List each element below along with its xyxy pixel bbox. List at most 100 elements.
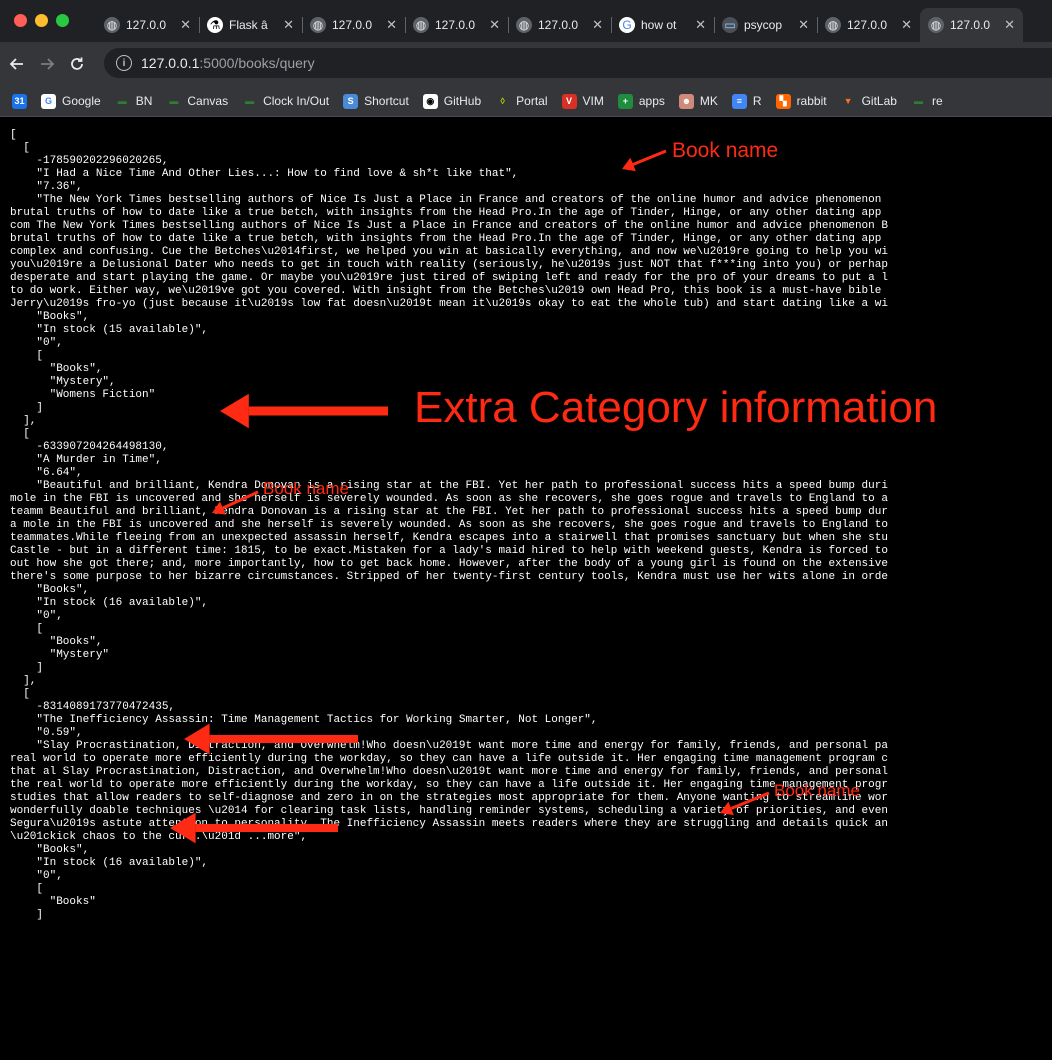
close-window-button[interactable] [14, 14, 27, 27]
globe-icon: ◍ [825, 17, 841, 33]
close-tab-icon[interactable]: ✕ [798, 17, 809, 33]
gitlab-icon: ▼ [843, 96, 853, 106]
window-controls [14, 14, 69, 27]
globe-icon: ◍ [516, 17, 532, 33]
bookmark-item[interactable]: ▬ BN [115, 94, 153, 109]
bookmark-item[interactable]: ▼ GitLab [841, 94, 897, 109]
bookmark-item[interactable]: ▬ re [911, 94, 943, 109]
url-host: 127.0.0.1 [141, 55, 200, 71]
bookmark-label: VIM [582, 94, 604, 108]
close-tab-icon[interactable]: ✕ [1004, 17, 1015, 33]
globe-icon: ◍ [928, 17, 944, 33]
forward-arrow-icon [41, 58, 55, 70]
tab-label: 127.0.0 [950, 18, 991, 32]
bookmark-item[interactable]: G Google [41, 93, 101, 109]
bookmark-item[interactable]: ◊ Portal [495, 94, 547, 109]
mk-icon: ☻ [678, 93, 694, 109]
close-tab-icon[interactable]: ✕ [901, 17, 912, 33]
bookmark-item[interactable]: S Shortcut [343, 93, 409, 109]
zoom-window-button[interactable] [56, 14, 69, 27]
browser-tab[interactable]: Ghow ot ✕ [611, 8, 714, 42]
bookmark-item[interactable]: ≡ R [731, 93, 762, 109]
bookmarks-bar: 31 G Google ▬ BN ▬ Canvas ▬ Clock In/Out S Shortcu… [0, 86, 1052, 116]
shortcut-icon: S [343, 93, 359, 109]
bookmark-label: Canvas [187, 94, 229, 108]
bookmark-label: GitLab [861, 94, 897, 108]
page-content: [ [ -178590202296020265, "I Had a Nice T… [0, 117, 1052, 1060]
browser-tab[interactable]: ⚗ Flask â ✕ [199, 8, 302, 42]
bookmark-label: BN [135, 94, 153, 108]
navigation-toolbar: i 127.0.0.1:5000/books/query [0, 42, 1052, 86]
docs-icon: ≡ [731, 93, 747, 109]
rabbit-icon: ▚ [775, 93, 791, 109]
forward-button[interactable] [34, 51, 60, 77]
browser-tab[interactable]: ◍ 127.0.0 ✕ [302, 8, 405, 42]
bookmark-label: GitHub [443, 94, 482, 108]
tab-label: 127.0.0 [126, 18, 167, 32]
bookmark-item[interactable]: ☻ MK [678, 93, 718, 109]
browser-tab[interactable]: ◍ 127.0.0 ✕ [508, 8, 611, 42]
calendar-icon: 31 [12, 93, 27, 109]
browser-tab[interactable]: ◍ 127.0.0 ✕ [96, 8, 199, 42]
close-tab-icon[interactable]: ✕ [386, 17, 397, 33]
google-icon: G [41, 93, 56, 109]
close-tab-icon[interactable]: ✕ [592, 17, 603, 33]
apps-icon: + [617, 93, 633, 109]
bookmark-label: Google [62, 94, 101, 108]
portal-icon: ◊ [500, 96, 505, 106]
browser-tab[interactable]: ◍ 127.0.0 ✕ [405, 8, 508, 42]
close-tab-icon[interactable]: ✕ [283, 17, 294, 33]
url-path: :5000/books/query [199, 55, 315, 71]
bookmark-item[interactable]: + apps [617, 93, 665, 109]
minimize-window-button[interactable] [35, 14, 48, 27]
vim-icon: V [561, 93, 577, 109]
tab-label: psycop [744, 18, 783, 32]
bookmark-item[interactable]: V VIM [561, 93, 604, 109]
browser-tab[interactable]: ◍ 127.0.0 ✕ [817, 8, 920, 42]
tab-label: 127.0.0 [847, 18, 888, 32]
tab-label: 127.0.0 [332, 18, 373, 32]
back-button[interactable] [4, 51, 30, 77]
bookmark-icon: ▬ [117, 96, 127, 106]
bookmark-item[interactable]: 31 [12, 93, 27, 109]
globe-icon: ◍ [104, 17, 120, 33]
close-tab-icon[interactable]: ✕ [180, 17, 191, 33]
tab-label: how ot [641, 18, 677, 32]
bookmark-label: Shortcut [364, 94, 409, 108]
url-text[interactable]: 127.0.0.1:5000/books/query [141, 55, 315, 71]
close-tab-icon[interactable]: ✕ [489, 17, 500, 33]
browser-chrome: ◍ 127.0.0 ✕ ⚗ Flask â ✕ ◍ 127.0.0 ✕ ◍ 127.0.0 ✕ ◍ 127… [0, 0, 1052, 117]
tab-list: ◍ 127.0.0 ✕ ⚗ Flask â ✕ ◍ 127.0.0 ✕ ◍ 127.0.0 ✕ ◍ 127… [96, 8, 1023, 42]
tab-strip: ◍ 127.0.0 ✕ ⚗ Flask â ✕ ◍ 127.0.0 ✕ ◍ 127.0.0 ✕ ◍ 127… [0, 0, 1052, 42]
bookmark-icon: ▬ [169, 96, 179, 106]
site-info-icon[interactable]: i [116, 55, 132, 71]
bookmark-label: rabbit [796, 94, 827, 108]
bookmark-label: Portal [516, 94, 548, 108]
bookmark-icon: ▬ [245, 96, 255, 106]
json-response: [ [ -178590202296020265, "I Had a Nice T… [10, 129, 888, 921]
bookmark-item[interactable]: ▬ Canvas [166, 94, 228, 109]
bookmark-item[interactable]: ▚ rabbit [775, 93, 827, 109]
tab-label: 127.0.0 [538, 18, 579, 32]
reload-icon [71, 57, 83, 70]
bookmark-item[interactable]: ▬ Clock In/Out [242, 94, 329, 109]
tab-label: 127.0.0 [435, 18, 476, 32]
reload-button[interactable] [64, 51, 90, 77]
browser-tab[interactable]: ▭ psycop ✕ [714, 8, 817, 42]
back-arrow-icon [9, 58, 23, 70]
browser-tab[interactable]: ◍ 127.0.0 ✕ [920, 8, 1023, 42]
bookmark-label: MK [699, 94, 718, 108]
flask-icon: ⚗ [207, 17, 223, 33]
github-icon: ◉ [422, 93, 438, 109]
bookmark-item[interactable]: ◉ GitHub [422, 93, 482, 109]
globe-icon: ◍ [310, 17, 326, 33]
tab-label: Flask â [229, 18, 268, 32]
close-tab-icon[interactable]: ✕ [695, 17, 706, 33]
address-bar[interactable]: i 127.0.0.1:5000/books/query [104, 48, 1052, 78]
terminal-icon: ▭ [722, 17, 738, 33]
bookmark-label: R [752, 94, 762, 108]
globe-icon: ◍ [413, 17, 429, 33]
bookmark-label: re [931, 94, 943, 108]
bookmark-icon: ▬ [913, 96, 923, 106]
google-icon: G [619, 17, 635, 33]
